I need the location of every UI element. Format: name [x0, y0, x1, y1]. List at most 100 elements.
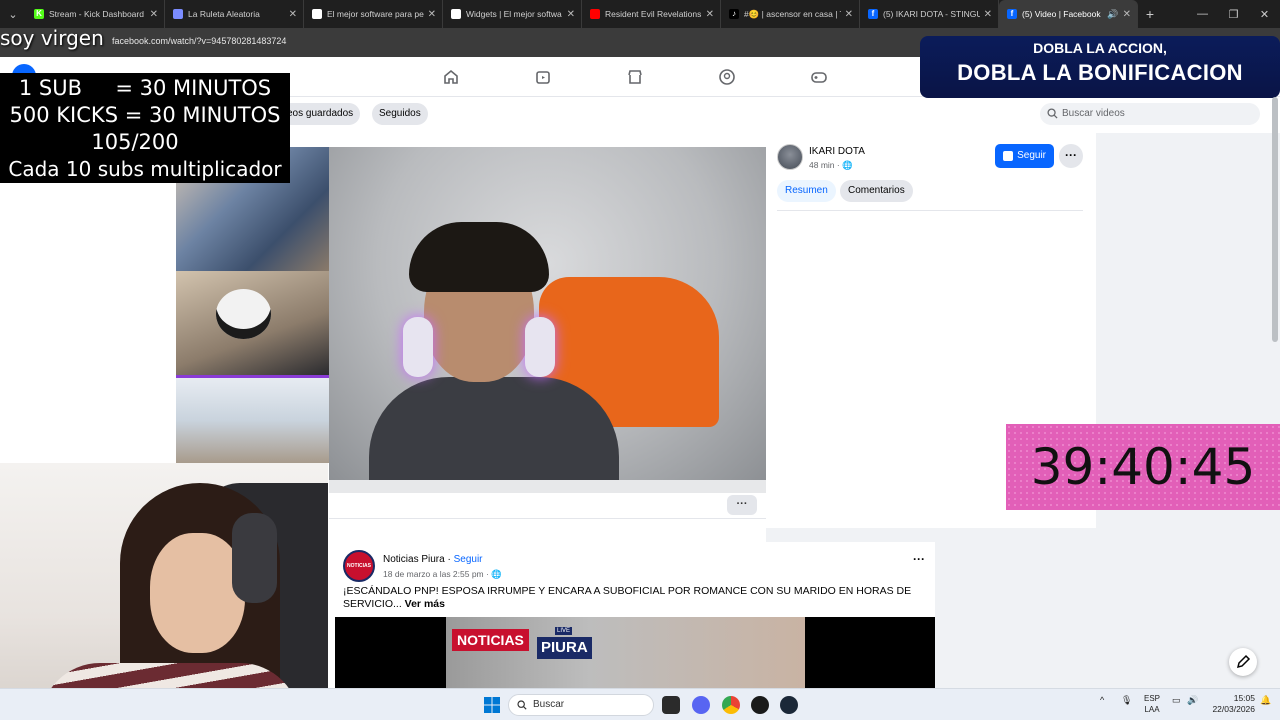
microphone-icon[interactable]: 🎙	[1121, 695, 1132, 706]
video-scene-body	[369, 377, 619, 480]
saved-videos-pill[interactable]: eos guardados	[280, 103, 361, 125]
tab-label: Widgets | El mejor softwa	[466, 9, 562, 19]
browser-tab[interactable]: f (5) IKARI DOTA - STINGU ✕	[860, 0, 999, 28]
tab-close-icon[interactable]: ✕	[428, 9, 436, 20]
windows-taskbar: Buscar ^ 🎙 ESP LAA ▭ 🔊 15:05 22/03/2026 …	[0, 688, 1280, 720]
browser-tab[interactable]: K Stream - Kick Dashboard ✕	[26, 0, 165, 28]
avatar[interactable]: NOTICIAS PIURA	[343, 550, 375, 597]
taskbar-search[interactable]: Buscar	[508, 694, 654, 716]
news-post-text: ¡ESCÁNDALO PNP! ESPOSA IRRUMPE Y ENCARA …	[343, 585, 928, 611]
following-pill[interactable]: Seguidos	[372, 103, 428, 125]
steam-icon[interactable]	[780, 696, 798, 714]
tab-close-icon[interactable]: ✕	[706, 9, 714, 20]
news-post-card: NOTICIAS PIURA Noticias Piura · Seguir 1…	[335, 542, 935, 688]
video-author-name[interactable]: IKARI DOTA	[809, 146, 865, 157]
tab-label: La Ruleta Aleatoria	[188, 9, 260, 19]
tab-label: (5) IKARI DOTA - STINGU	[883, 9, 980, 19]
video-post-time: 48 min · 🌐	[809, 160, 853, 170]
video-more-button[interactable]: ···	[727, 495, 757, 515]
obs-icon[interactable]	[751, 696, 769, 714]
tab-close-icon[interactable]: ✕	[150, 9, 158, 20]
window-controls: — ❐ ✕	[1187, 0, 1280, 28]
news-logo: NOTICIAS PIURA LIVE	[452, 627, 607, 659]
subscription-goal-box: 1 SUB = 30 MINUTOS 500 KICKS = 30 MINUTO…	[0, 73, 290, 183]
chrome-icon[interactable]	[722, 696, 740, 714]
tab-close-icon[interactable]: ✕	[984, 9, 992, 20]
tab-favicon-icon: ♪	[729, 9, 739, 19]
news-author-name[interactable]: Noticias Piura	[383, 554, 445, 565]
news-logo-live: LIVE	[555, 627, 573, 635]
clock-time: 15:05	[1233, 693, 1255, 703]
clock-date: 22/03/2026	[1212, 704, 1255, 714]
task-view-icon[interactable]	[662, 696, 680, 714]
language-indicator[interactable]: ESP LAA	[1144, 693, 1160, 715]
follow-label: Seguir	[1017, 150, 1046, 161]
sub-rule-line: 1 SUB = 30 MINUTOS	[18, 76, 272, 100]
tab-search-chevron-icon[interactable]: ⌄	[0, 0, 26, 28]
browser-tab[interactable]: Widgets | El mejor softwa ✕	[443, 0, 582, 28]
tab-close-icon[interactable]: ✕	[845, 9, 853, 20]
browser-tab-strip: ⌄ K Stream - Kick Dashboard ✕ La Ruleta Ale…	[0, 0, 1280, 28]
tab-favicon-icon	[451, 9, 461, 19]
groups-icon[interactable]	[718, 68, 736, 86]
tab-close-icon[interactable]: ✕	[1123, 9, 1131, 20]
video-controls-strip	[329, 480, 766, 493]
page-scrollbar[interactable]	[1272, 97, 1278, 342]
avatar[interactable]	[777, 144, 803, 170]
webcam-headset	[232, 513, 277, 603]
tab-favicon-icon: K	[34, 9, 44, 19]
promo-line-1: DOBLA LA ACCION,	[1033, 40, 1167, 56]
browser-tab[interactable]: Resident Evil Revelations ✕	[582, 0, 721, 28]
tab-favicon-icon	[590, 9, 600, 19]
taskbar-search-label: Buscar	[533, 699, 565, 710]
tab-summary[interactable]: Resumen	[777, 180, 836, 202]
tab-favicon-icon	[312, 9, 322, 19]
promo-line-2: DOBLA LA BONIFICACION	[957, 60, 1243, 85]
news-more-options-button[interactable]: ···	[913, 552, 925, 566]
tab-label: El mejor software para pe	[327, 9, 424, 19]
separator-dot: ·	[444, 554, 454, 565]
browser-tab[interactable]: La Ruleta Aleatoria ✕	[165, 0, 304, 28]
tray-chevron-icon[interactable]: ^	[1100, 695, 1104, 705]
url-field[interactable]: facebook.com/watch/?v=945780281483724	[112, 36, 286, 46]
close-window-icon[interactable]: ✕	[1249, 0, 1280, 28]
panda-plush	[216, 289, 271, 339]
new-tab-button[interactable]: +	[1138, 6, 1162, 22]
network-icon[interactable]: ▭	[1172, 695, 1181, 706]
tab-label: #😊 | ascensor en casa | T	[744, 8, 841, 19]
promo-banner: DOBLA LA ACCION, DOBLA LA BONIFICACION	[920, 36, 1280, 98]
browser-tab[interactable]: f (5) Video | Facebook 🔊 ✕	[999, 0, 1138, 28]
tab-audio-icon[interactable]: 🔊	[1107, 9, 1118, 20]
browser-tab[interactable]: El mejor software para pe ✕	[304, 0, 443, 28]
tab-close-icon[interactable]: ✕	[289, 9, 297, 20]
volume-icon[interactable]: 🔊	[1187, 695, 1198, 706]
notification-icon[interactable]: 🔔	[1260, 695, 1271, 706]
system-clock[interactable]: 15:05 22/03/2026	[1205, 693, 1255, 715]
gaming-icon[interactable]	[810, 68, 828, 86]
follow-button[interactable]: Seguir	[995, 144, 1054, 168]
tab-label: Stream - Kick Dashboard	[49, 9, 144, 19]
more-options-button[interactable]: ···	[1059, 144, 1083, 168]
news-follow-link[interactable]: Seguir	[454, 554, 483, 565]
marketplace-icon[interactable]	[626, 68, 644, 86]
tab-comments[interactable]: Comentarios	[840, 180, 913, 202]
search-icon	[517, 700, 527, 710]
tab-close-icon[interactable]: ✕	[567, 9, 575, 20]
discord-icon[interactable]	[692, 696, 710, 714]
search-videos-input[interactable]: Buscar videos	[1040, 103, 1260, 125]
home-icon[interactable]	[442, 68, 460, 86]
follow-icon	[1003, 151, 1013, 161]
minimize-icon[interactable]: —	[1187, 0, 1218, 28]
compose-button[interactable]	[1229, 648, 1257, 676]
headphone-left	[403, 317, 433, 377]
restore-icon[interactable]: ❐	[1218, 0, 1249, 28]
see-more-link[interactable]: Ver más	[405, 598, 445, 610]
news-logo-piura: PIURA	[537, 637, 592, 659]
windows-start-icon[interactable]	[484, 697, 500, 713]
sub-progress: 105/200	[91, 130, 179, 154]
news-video-player[interactable]: NOTICIAS PIURA LIVE	[335, 617, 935, 688]
browser-tab[interactable]: ♪ #😊 | ascensor en casa | T ✕	[721, 0, 860, 28]
main-video-player[interactable]	[329, 147, 766, 480]
stream-cam-panda	[176, 271, 329, 378]
video-icon[interactable]	[534, 68, 552, 86]
